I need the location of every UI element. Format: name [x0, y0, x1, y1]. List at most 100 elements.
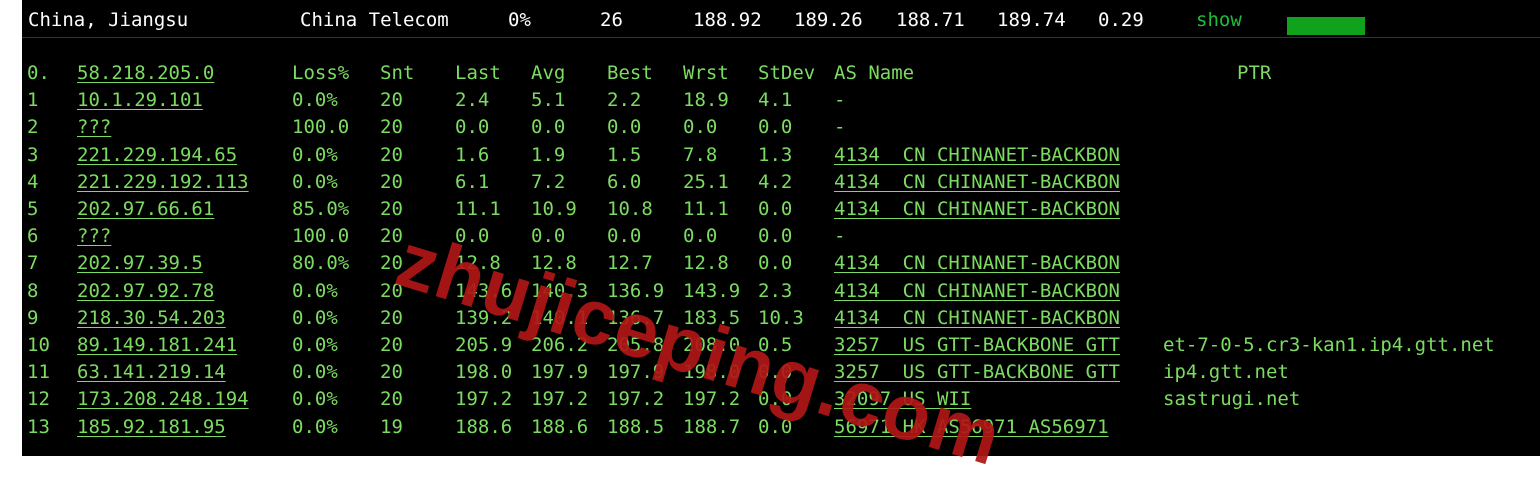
cell-stdev: 0.5: [758, 334, 793, 356]
cell-snt: 20: [380, 252, 403, 275]
cell-ip[interactable]: ???: [77, 223, 111, 250]
cell-loss: 0.0%: [292, 279, 338, 302]
cell-loss: 0.0%: [292, 306, 338, 329]
cell-as[interactable]: 4134 CN CHINANET-BACKBON: [834, 278, 1120, 305]
show-details-link[interactable]: show: [1196, 9, 1242, 31]
table-row: 6??? 100.0 20 0.0 0.0 0.0 0.0 0.0 -: [22, 223, 1540, 250]
table-row: 3 221.229.194.65 0.0% 20 1.6 1.9 1.5 7.8 1.3 4134…: [22, 142, 1540, 169]
table-row: 7 202.97.39.5 80.0% 20 12.8 12.8 12.7 12.8 0.0 41…: [22, 250, 1540, 277]
summary-isp: China Telecom: [300, 9, 449, 31]
cell-as[interactable]: 4134 CN CHINANET-BACKBON: [834, 250, 1120, 277]
cell-stdev: 4.2: [758, 170, 793, 193]
cell-best: 0.0: [607, 116, 642, 139]
cell-hop: 3: [27, 143, 39, 166]
cell-avg: 197.2: [531, 388, 589, 411]
header-hop: 0.: [27, 62, 50, 84]
header-ip[interactable]: 58.218.205.0: [77, 60, 214, 87]
cell-snt: 20: [380, 170, 403, 193]
cell-last: 2.4: [455, 89, 490, 112]
cell-ip[interactable]: 221.229.194.65: [77, 142, 237, 169]
cell-best: 6.0: [607, 170, 642, 193]
cell-wrst: 188.7: [683, 415, 741, 438]
cell-avg: 140.3: [531, 279, 589, 302]
cell-avg: 188.6: [531, 415, 589, 438]
cell-best: 12.7: [607, 252, 653, 275]
cell-ip[interactable]: 221.229.192.113: [77, 169, 249, 196]
cell-best: 2.2: [607, 89, 642, 112]
cell-last: 0.0: [455, 116, 490, 139]
cell-ip[interactable]: 218.30.54.203: [77, 305, 226, 332]
cell-best: 197.2: [607, 388, 665, 411]
cell-snt: 20: [380, 306, 403, 329]
cell-ip[interactable]: 202.97.92.78: [77, 278, 214, 305]
mtr-terminal: 0. 58.218.205.0 Loss% Snt Last Avg Best Wrst StD…: [22, 38, 1540, 456]
cell-as[interactable]: 3257 US GTT-BACKBONE GTT: [834, 359, 1120, 386]
cell-loss: 0.0%: [292, 388, 338, 411]
cell-hop: 9: [27, 306, 39, 329]
cell-stdev: 0.0: [758, 116, 793, 139]
cell-snt: 20: [380, 116, 403, 139]
cell-best: 136.9: [607, 279, 665, 302]
cell-last: 0.0: [455, 225, 490, 248]
cell-hop: 6: [27, 225, 39, 248]
cell-ptr: sastrugi.net: [1163, 388, 1301, 411]
header-ptr: PTR: [1237, 62, 1272, 84]
cell-as[interactable]: 4134 CN CHINANET-BACKBON: [834, 169, 1120, 196]
header-last: Last: [455, 62, 501, 84]
cell-last: 139.2: [455, 306, 513, 329]
cell-ip[interactable]: 89.149.181.241: [77, 332, 237, 359]
cell-hop: 4: [27, 170, 39, 193]
cell-wrst: 143.9: [683, 279, 741, 302]
cell-last: 1.6: [455, 143, 490, 166]
cell-ip[interactable]: 202.97.66.61: [77, 196, 214, 223]
cell-ip[interactable]: 10.1.29.101: [77, 87, 203, 114]
cell-ip[interactable]: 63.141.219.14: [77, 359, 226, 386]
cell-loss: 100.0: [292, 225, 350, 248]
cell-wrst: 183.5: [683, 306, 741, 329]
cell-last: 197.2: [455, 388, 513, 411]
cell-avg: 140.1: [531, 306, 589, 329]
cell-avg: 7.2: [531, 170, 566, 193]
cell-ip[interactable]: 185.92.181.95: [77, 414, 226, 441]
table-row: 11 63.141.219.14 0.0% 20 198.0 197.9 197.9 198.…: [22, 359, 1540, 386]
cell-as[interactable]: 3257 US GTT-BACKBONE GTT: [834, 332, 1120, 359]
cell-as[interactable]: 32097 US WII: [834, 386, 971, 413]
cell-best: 197.9: [607, 361, 665, 384]
cell-avg: 10.9: [531, 198, 577, 220]
header-loss: Loss%: [292, 62, 350, 84]
cell-best: 188.5: [607, 415, 665, 438]
cell-ip[interactable]: 202.97.39.5: [77, 250, 203, 277]
cell-hop: 2: [27, 116, 39, 139]
header-best: Best: [607, 62, 653, 84]
cell-last: 6.1: [455, 170, 490, 193]
cell-as[interactable]: 4134 CN CHINANET-BACKBON: [834, 305, 1120, 332]
cell-last: 188.6: [455, 415, 513, 438]
cell-hop: 11: [27, 361, 50, 384]
cell-best: 205.8: [607, 334, 665, 356]
summary-bar: China, Jiangsu China Telecom 0% 26 188.9…: [22, 0, 1540, 38]
cell-wrst: 7.8: [683, 143, 718, 166]
cell-ip[interactable]: ???: [77, 114, 111, 141]
cell-last: 11.1: [455, 198, 501, 220]
cell-hop: 13: [27, 415, 50, 438]
table-row: 8 202.97.92.78 0.0% 20 143.6 140.3 136.9 143.9 2…: [22, 278, 1540, 305]
table-row: 13 185.92.181.95 0.0% 19 188.6 188.6 188.5 188.…: [22, 414, 1540, 441]
cell-as[interactable]: 4134 CN CHINANET-BACKBON: [834, 142, 1120, 169]
cell-stdev: 0.0: [758, 415, 793, 438]
cell-snt: 19: [380, 415, 403, 438]
summary-sent: 26: [600, 9, 623, 31]
summary-worst: 189.74: [997, 9, 1066, 31]
summary-best: 188.71: [896, 9, 965, 31]
cell-as[interactable]: 4134 CN CHINANET-BACKBON: [834, 196, 1120, 223]
cell-as[interactable]: 56971 HK AS56971 AS56971: [834, 414, 1109, 441]
cell-wrst: 0.0: [683, 225, 718, 248]
cell-ip[interactable]: 173.208.248.194: [77, 386, 249, 413]
cell-wrst: 198.0: [683, 361, 741, 384]
cell-hop: 1: [27, 89, 39, 112]
cell-last: 12.8: [455, 252, 501, 275]
cell-wrst: 208.0: [683, 334, 741, 356]
cell-stdev: 2.3: [758, 279, 793, 302]
table-row: 12 173.208.248.194 0.0% 20 197.2 197.2 197.2 19…: [22, 386, 1540, 413]
cell-loss: 0.0%: [292, 170, 338, 193]
cell-hop: 5: [27, 198, 39, 220]
